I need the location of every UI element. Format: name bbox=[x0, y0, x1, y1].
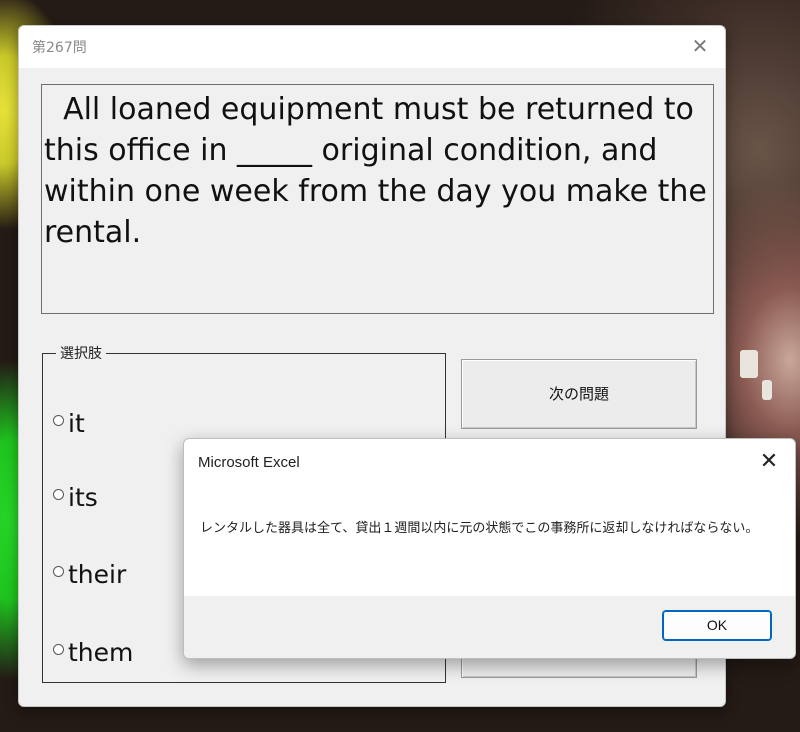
background-photo-detail bbox=[740, 350, 758, 378]
choice-option[interactable]: them bbox=[53, 635, 133, 669]
dialog-title: 第267問 bbox=[32, 40, 87, 56]
background-photo-detail bbox=[762, 380, 772, 400]
choice-option[interactable]: their bbox=[53, 557, 126, 591]
choice-option[interactable]: it bbox=[53, 406, 85, 440]
question-text: All loaned equipment must be returned to… bbox=[41, 84, 714, 314]
radio-button[interactable] bbox=[53, 643, 64, 655]
ok-button[interactable]: OK bbox=[662, 610, 772, 641]
close-icon[interactable]: ✕ bbox=[687, 33, 713, 59]
close-icon[interactable]: ✕ bbox=[755, 448, 783, 476]
choice-label[interactable]: it bbox=[68, 409, 85, 438]
choice-option[interactable]: its bbox=[53, 480, 98, 514]
next-question-button[interactable]: 次の問題 bbox=[461, 359, 697, 429]
radio-button[interactable] bbox=[53, 565, 64, 577]
title-bar[interactable]: 第267問 ✕ bbox=[19, 26, 725, 68]
choices-group-label: 選択肢 bbox=[56, 343, 106, 363]
radio-button[interactable] bbox=[53, 414, 64, 426]
message-box-title: Microsoft Excel bbox=[198, 454, 300, 471]
choice-label[interactable]: them bbox=[68, 638, 133, 667]
choice-label[interactable]: its bbox=[68, 483, 98, 512]
radio-button[interactable] bbox=[53, 488, 64, 500]
choice-label[interactable]: their bbox=[68, 560, 126, 589]
message-box: Microsoft Excel ✕ レンタルした器具は全て、貸出１週間以内に元の… bbox=[183, 438, 796, 659]
message-text: レンタルした器具は全て、貸出１週間以内に元の状態でこの事務所に返却しなければなら… bbox=[200, 521, 759, 536]
message-box-footer: OK bbox=[184, 596, 795, 658]
